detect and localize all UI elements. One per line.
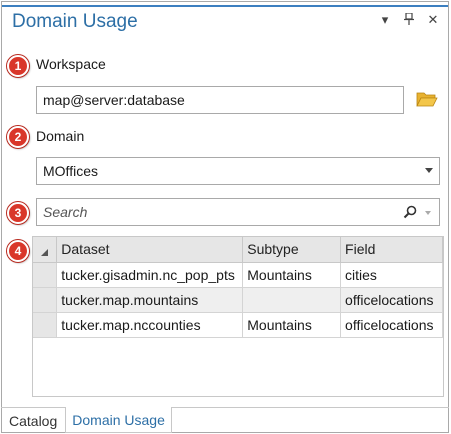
search-options-chevron-icon[interactable]: [425, 211, 431, 215]
table-row[interactable]: tucker.gisadmin.nc_pop_pts Mountains cit…: [33, 262, 443, 288]
domain-selected-value: MOffices: [43, 163, 98, 179]
close-button[interactable]: ✕: [426, 12, 440, 28]
domain-dropdown[interactable]: MOffices: [36, 157, 440, 185]
pane-titlebar: Domain Usage ▾ ✕: [2, 2, 448, 44]
column-header-dataset[interactable]: Dataset: [56, 237, 244, 263]
table-header-row: Dataset Subtype Field: [33, 237, 443, 263]
pane-tab-strip: Catalog Domain Usage: [1, 407, 449, 433]
sort-corner-icon[interactable]: [33, 237, 58, 263]
domain-label: Domain: [36, 128, 85, 144]
callout-badge-2: 2: [7, 126, 29, 148]
callout-badge-3: 3: [7, 202, 29, 224]
domain-usage-table: Dataset Subtype Field tucker.gisadmin.nc…: [32, 236, 444, 397]
search-input[interactable]: Search: [36, 198, 440, 226]
cell-dataset: tucker.gisadmin.nc_pop_pts: [56, 262, 244, 288]
cell-subtype: Mountains: [242, 262, 342, 288]
callout-badge-1: 1: [7, 55, 29, 77]
row-header[interactable]: [33, 262, 58, 288]
search-placeholder: Search: [43, 204, 88, 220]
workspace-field[interactable]: map@server:database: [36, 86, 404, 114]
pane-title: Domain Usage: [12, 11, 138, 32]
workspace-label: Workspace: [36, 56, 106, 72]
cell-subtype: [242, 287, 342, 313]
column-header-field[interactable]: Field: [340, 237, 443, 263]
folder-icon[interactable]: [416, 90, 438, 111]
cell-dataset: tucker.map.nccounties: [56, 312, 244, 338]
usage-table: Dataset Subtype Field tucker.gisadmin.nc…: [33, 237, 443, 338]
tab-domain-usage[interactable]: Domain Usage: [65, 407, 172, 433]
cell-field: officelocations: [340, 287, 443, 313]
callout-badge-4: 4: [7, 240, 29, 262]
cell-dataset: tucker.map.mountains: [56, 287, 244, 313]
row-header[interactable]: [33, 312, 58, 338]
tab-catalog[interactable]: Catalog: [3, 408, 63, 433]
cell-subtype: Mountains: [242, 312, 342, 338]
chevron-down-icon: [425, 168, 433, 173]
workspace-value: map@server:database: [43, 92, 185, 108]
row-header[interactable]: [33, 287, 58, 313]
column-header-subtype[interactable]: Subtype: [242, 237, 342, 263]
pane-menu-button[interactable]: ▾: [378, 12, 392, 28]
table-row[interactable]: tucker.map.nccounties Mountains officelo…: [33, 312, 443, 338]
search-icon[interactable]: [403, 205, 417, 222]
cell-field: cities: [340, 262, 443, 288]
pin-icon[interactable]: [402, 11, 416, 28]
cell-field: officelocations: [340, 312, 443, 338]
pane-window-controls: ▾ ✕: [378, 11, 440, 28]
table-row[interactable]: tucker.map.mountains officelocations: [33, 287, 443, 313]
